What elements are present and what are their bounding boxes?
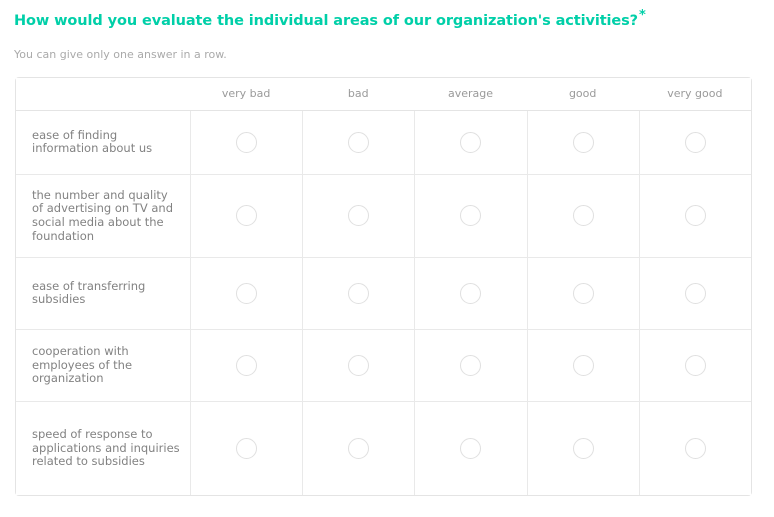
- radio-cell-row3-very-bad[interactable]: [190, 329, 303, 402]
- row-label-cooperation-with-employees: cooperation with employees of the organi…: [16, 329, 190, 402]
- radio-button-row2-bad[interactable]: [348, 282, 370, 304]
- radio-cell-row1-average[interactable]: [414, 174, 527, 258]
- table-row: the number and quality of advertising on…: [16, 174, 751, 258]
- radio-cell-row2-bad[interactable]: [302, 257, 415, 330]
- radio-button-row4-good[interactable]: [572, 437, 594, 459]
- table-row: ease of transferring subsidies: [16, 257, 751, 330]
- radio-button-row2-good[interactable]: [572, 282, 594, 304]
- row-label-ease-of-transferring-subsidies: ease of transferring subsidies: [16, 257, 190, 330]
- radio-button-row4-very-good[interactable]: [684, 437, 706, 459]
- radio-cell-row2-good[interactable]: [526, 257, 639, 330]
- radio-button-row4-bad[interactable]: [348, 437, 370, 459]
- column-header-very-bad: very bad: [190, 77, 303, 111]
- row-label-advertising-quality: the number and quality of advertising on…: [16, 174, 190, 258]
- radio-cell-row1-very-bad[interactable]: [190, 174, 303, 258]
- radio-button-row3-very-good[interactable]: [684, 354, 706, 376]
- radio-cell-row3-good[interactable]: [526, 329, 639, 402]
- radio-cell-row1-good[interactable]: [526, 174, 639, 258]
- radio-cell-row2-very-good[interactable]: [638, 257, 751, 330]
- column-header-bad: bad: [302, 77, 415, 111]
- matrix-body: ease of finding information about us the…: [16, 110, 751, 495]
- radio-cell-row2-very-bad[interactable]: [190, 257, 303, 330]
- radio-cell-row1-very-good[interactable]: [638, 174, 751, 258]
- radio-cell-row0-average[interactable]: [414, 110, 527, 175]
- matrix-header-row: very bad bad average good very good: [16, 77, 751, 111]
- table-row: speed of response to applications and in…: [16, 401, 751, 495]
- radio-button-row0-good[interactable]: [572, 131, 594, 153]
- radio-cell-row4-average[interactable]: [414, 401, 527, 495]
- radio-button-row2-average[interactable]: [460, 282, 482, 304]
- radio-cell-row4-very-bad[interactable]: [190, 401, 303, 495]
- table-row: ease of finding information about us: [16, 110, 751, 175]
- radio-button-row1-average[interactable]: [460, 205, 482, 227]
- radio-button-row1-very-good[interactable]: [684, 205, 706, 227]
- radio-button-row1-very-bad[interactable]: [236, 205, 258, 227]
- matrix-header: very bad bad average good very good: [16, 77, 751, 111]
- matrix-corner-cell: [16, 77, 190, 111]
- radio-cell-row1-bad[interactable]: [302, 174, 415, 258]
- radio-button-row0-average[interactable]: [460, 131, 482, 153]
- survey-question-block: How would you evaluate the individual ar…: [0, 0, 774, 496]
- radio-button-row3-bad[interactable]: [348, 354, 370, 376]
- radio-cell-row0-good[interactable]: [526, 110, 639, 175]
- page-title: How would you evaluate the individual ar…: [0, 0, 774, 31]
- radio-button-row2-very-bad[interactable]: [236, 282, 258, 304]
- question-hint: You can give only one answer in a row.: [14, 47, 227, 61]
- radio-cell-row0-very-good[interactable]: [638, 110, 751, 175]
- radio-cell-row4-good[interactable]: [526, 401, 639, 495]
- rating-matrix-table: very bad bad average good very good ease…: [15, 76, 752, 496]
- radio-cell-row2-average[interactable]: [414, 257, 527, 330]
- radio-cell-row4-bad[interactable]: [302, 401, 415, 495]
- radio-button-row2-very-good[interactable]: [684, 282, 706, 304]
- radio-cell-row3-bad[interactable]: [302, 329, 415, 402]
- radio-button-row1-bad[interactable]: [348, 205, 370, 227]
- table-row: cooperation with employees of the organi…: [16, 329, 751, 402]
- column-header-average: average: [414, 77, 527, 111]
- required-asterisk: *: [639, 8, 646, 23]
- radio-cell-row0-bad[interactable]: [302, 110, 415, 175]
- radio-button-row0-very-good[interactable]: [684, 131, 706, 153]
- radio-cell-row0-very-bad[interactable]: [190, 110, 303, 175]
- column-header-good: good: [526, 77, 639, 111]
- radio-button-row4-average[interactable]: [460, 437, 482, 459]
- radio-button-row3-very-bad[interactable]: [236, 354, 258, 376]
- radio-button-row3-good[interactable]: [572, 354, 594, 376]
- column-header-very-good: very good: [638, 77, 751, 111]
- radio-button-row3-average[interactable]: [460, 354, 482, 376]
- radio-cell-row3-very-good[interactable]: [638, 329, 751, 402]
- radio-button-row4-very-bad[interactable]: [236, 437, 258, 459]
- radio-cell-row3-average[interactable]: [414, 329, 527, 402]
- question-title-text: How would you evaluate the individual ar…: [14, 12, 638, 29]
- row-label-speed-of-response: speed of response to applications and in…: [16, 401, 190, 495]
- radio-cell-row4-very-good[interactable]: [638, 401, 751, 495]
- radio-button-row0-bad[interactable]: [348, 131, 370, 153]
- radio-button-row0-very-bad[interactable]: [236, 131, 258, 153]
- radio-button-row1-good[interactable]: [572, 205, 594, 227]
- matrix-table-container: very bad bad average good very good ease…: [0, 62, 774, 496]
- row-label-ease-of-finding-information: ease of finding information about us: [16, 110, 190, 175]
